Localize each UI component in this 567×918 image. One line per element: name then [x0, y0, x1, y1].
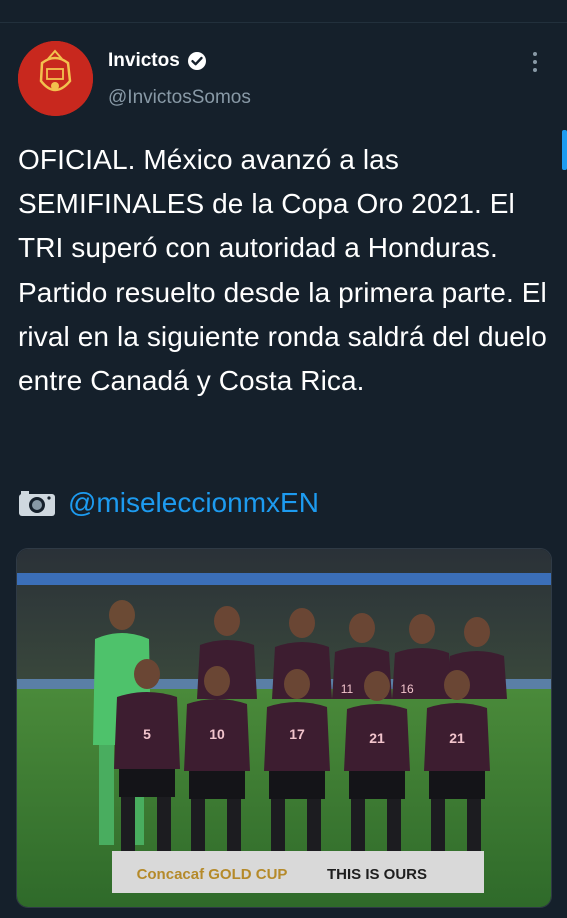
tweet-text: OFICIAL. México avanzó a las SEMIFINALES…: [18, 144, 547, 397]
more-options-icon[interactable]: [532, 52, 538, 74]
scroll-indicator[interactable]: [562, 130, 567, 170]
this-is-ours-slogan: THIS IS OURS: [327, 866, 427, 883]
verified-badge-icon: [187, 52, 206, 70]
jersey-number: 11: [341, 682, 354, 696]
jersey-number: 21: [449, 730, 465, 746]
top-divider: [0, 0, 567, 23]
mention-link[interactable]: @miseleccionmxEN: [68, 487, 319, 519]
photo-credit: @miseleccionmxEN: [18, 487, 319, 519]
avatar[interactable]: [18, 41, 93, 116]
team-photo-image: 11 16 5 10 17 21 21 Concacaf GOLD CUP TH…: [17, 549, 551, 907]
invictos-logo-icon: [18, 41, 93, 116]
jersey-number: 21: [369, 730, 385, 746]
camera-icon: [19, 491, 55, 516]
account-name-row: Invictos: [108, 50, 207, 72]
jersey-number: 17: [289, 726, 305, 742]
gold-cup-logo: Concacaf GOLD CUP: [137, 866, 288, 883]
account-handle[interactable]: @InvictosSomos: [108, 87, 251, 109]
tweet-photo[interactable]: 11 16 5 10 17 21 21 Concacaf GOLD CUP TH…: [16, 548, 552, 908]
jersey-number: 5: [143, 726, 151, 742]
jersey-number: 10: [209, 726, 225, 742]
display-name[interactable]: Invictos: [108, 50, 180, 72]
jersey-number: 16: [400, 682, 414, 696]
